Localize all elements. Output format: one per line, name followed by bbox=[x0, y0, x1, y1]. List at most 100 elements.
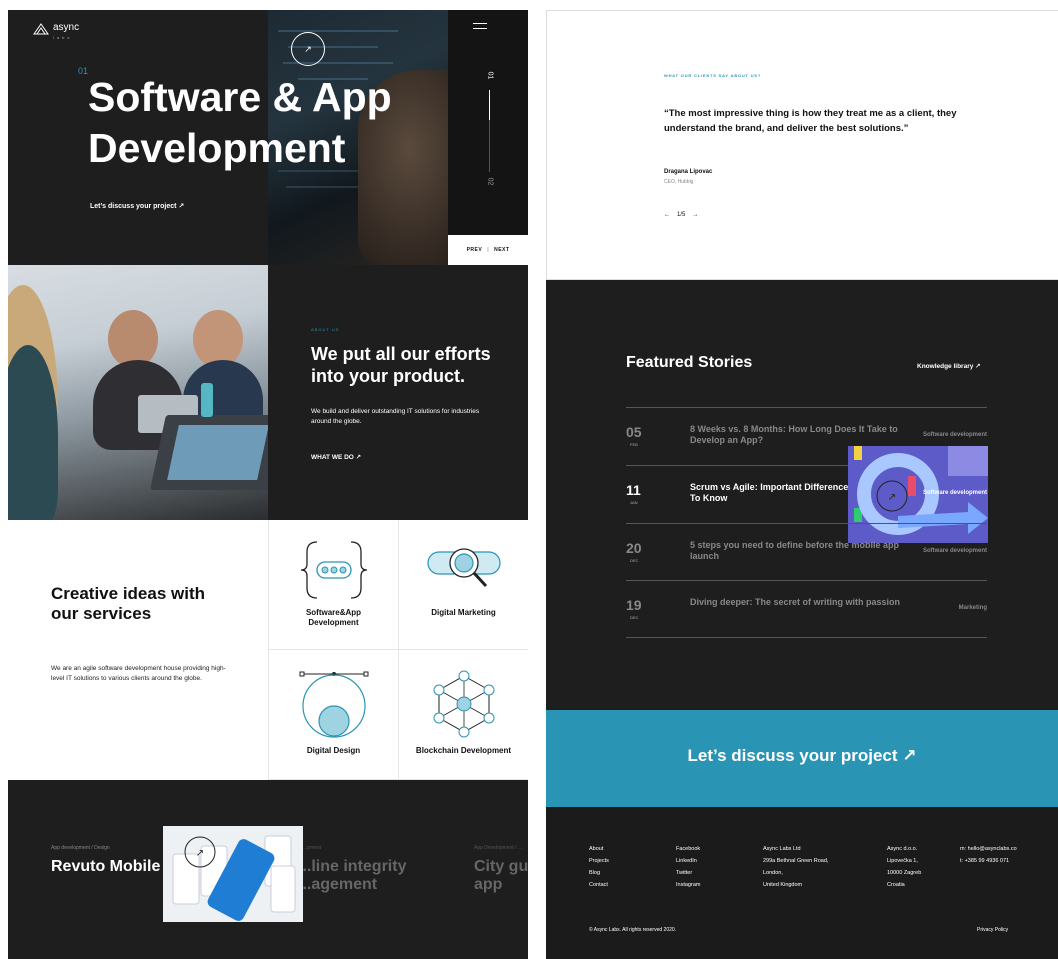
address-line: Async d.o.o. bbox=[887, 846, 918, 852]
footer-link-facebook[interactable]: Facebook bbox=[676, 843, 700, 855]
footer-link-twitter[interactable]: Twitter bbox=[676, 867, 700, 879]
logo[interactable]: async labs bbox=[33, 17, 79, 40]
hamburger-menu-icon[interactable] bbox=[473, 23, 487, 29]
services-description: We are an agile software development hou… bbox=[51, 665, 226, 682]
project-title[interactable]: City gu... app bbox=[474, 858, 528, 894]
address-line: London, bbox=[763, 870, 783, 876]
testimonial-name: Dragana Lipovac bbox=[664, 169, 713, 175]
address-line: United Kingdom bbox=[763, 882, 803, 888]
service-label: Digital Design bbox=[306, 746, 361, 755]
story-title: Diving deeper: The secret of writing wit… bbox=[690, 597, 901, 607]
about-description: We build and deliver outstanding IT solu… bbox=[311, 408, 480, 425]
about-team-photo bbox=[8, 265, 268, 520]
testimonial-counter: 1/5 bbox=[677, 212, 686, 218]
footer-phone[interactable]: t: +385 99 4936 071 bbox=[960, 855, 1017, 867]
logo-mountain-icon bbox=[33, 22, 49, 34]
story-category: Software development bbox=[922, 490, 987, 496]
testimonial-label: WHAT OUR CLIENTS SAY ABOUT US? bbox=[664, 73, 762, 78]
svg-text:↗: ↗ bbox=[196, 848, 204, 859]
footer-link-contact[interactable]: Contact bbox=[589, 879, 609, 891]
about-title: We put all our efforts into your product… bbox=[311, 344, 491, 386]
story-day: 11 bbox=[626, 482, 641, 498]
footer-link-linkedin[interactable]: LinkedIn bbox=[676, 855, 700, 867]
about-section: ABOUT US We put all our efforts into you… bbox=[268, 265, 528, 520]
prev-button[interactable]: PREV bbox=[467, 247, 483, 253]
code-braces-icon bbox=[300, 541, 367, 599]
hero-play-circle-icon[interactable]: ↗ bbox=[291, 32, 325, 66]
slide-progress-fill bbox=[489, 90, 490, 120]
service-card-design[interactable]: Digital Design bbox=[268, 650, 398, 780]
service-card-blockchain[interactable]: Blockchain Development bbox=[398, 650, 528, 780]
footer: About Projects Blog Contact Facebook Lin… bbox=[546, 807, 1058, 959]
about-label: ABOUT US bbox=[311, 327, 340, 332]
project-category: ...pment bbox=[303, 845, 322, 851]
knowledge-library-link[interactable]: Knowledge library ↗ bbox=[917, 362, 981, 370]
project-thumbnail[interactable]: ↗ bbox=[163, 826, 303, 922]
address-line: Lipovečka 1, bbox=[887, 858, 918, 864]
footer-address-uk: Async Labs Ltd 299a Bethnal Green Road, … bbox=[763, 843, 828, 891]
services-title: Creative ideas with our services bbox=[51, 584, 206, 623]
service-card-software[interactable]: Software&App Development bbox=[268, 520, 398, 650]
logo-sub: labs bbox=[53, 35, 73, 40]
story-row[interactable]: 20 DEC 5 steps you need to define before… bbox=[626, 523, 987, 581]
footer-email[interactable]: m: hello@asynclabs.co bbox=[960, 843, 1017, 855]
story-day: 20 bbox=[626, 540, 642, 556]
copyright: © Async Labs. All rights reserved 2020. bbox=[589, 927, 677, 933]
address-line: 10000 Zagreb bbox=[887, 870, 922, 876]
service-label: Digital Marketing bbox=[431, 608, 496, 617]
service-card-marketing[interactable]: Digital Marketing bbox=[398, 520, 528, 650]
search-magnifier-icon bbox=[426, 548, 501, 588]
vector-circle-icon bbox=[299, 671, 368, 738]
testimonial-role: CEO, Hubbig bbox=[664, 179, 694, 185]
logo-word: async bbox=[53, 22, 80, 33]
address-line: Croatia bbox=[887, 882, 905, 888]
svg-text:↗: ↗ bbox=[888, 492, 896, 503]
footer-contact: m: hello@asynclabs.co t: +385 99 4936 07… bbox=[960, 843, 1017, 867]
hero-cta-link[interactable]: Let’s discuss your project ↗ bbox=[90, 202, 184, 210]
cta-text[interactable]: Let’s discuss your project ↗ bbox=[546, 746, 1058, 766]
footer-link-projects[interactable]: Projects bbox=[589, 855, 609, 867]
project-title[interactable]: Revuto Mobile bbox=[51, 858, 181, 876]
footer-link-instagram[interactable]: Instagram bbox=[676, 879, 700, 891]
what-we-do-link[interactable]: WHAT WE DO ↗ bbox=[311, 453, 361, 461]
story-day: 19 bbox=[626, 597, 642, 613]
project-category: App Development / ... bbox=[474, 845, 523, 851]
story-category: Marketing bbox=[958, 605, 987, 611]
footer-link-blog[interactable]: Blog bbox=[589, 867, 609, 879]
blockchain-network-icon bbox=[433, 670, 494, 738]
story-day: 05 bbox=[626, 424, 642, 440]
project-title[interactable]: ...line integrity ...agement bbox=[298, 858, 428, 894]
phone-mockup-image: ↗ bbox=[172, 835, 296, 921]
footer-link-about[interactable]: About bbox=[589, 843, 609, 855]
story-month: DEC bbox=[630, 615, 639, 620]
services-section: Creative ideas with our services We are … bbox=[8, 520, 528, 780]
story-title: 8 Weeks vs. 8 Months: How Long Does It T… bbox=[690, 424, 898, 445]
story-row[interactable]: 11 JAN Scrum vs Agile: Important Differe… bbox=[626, 446, 988, 543]
arrow-icon: ↗ bbox=[304, 43, 312, 54]
separator: | bbox=[487, 247, 490, 253]
story-category: Software development bbox=[922, 432, 987, 438]
story-row[interactable]: 19 DEC Diving deeper: The secret of writ… bbox=[626, 580, 987, 638]
address-line: 299a Bethnal Green Road, bbox=[763, 858, 829, 864]
address-line: Async Labs Ltd bbox=[763, 846, 801, 852]
story-month: DEC bbox=[630, 558, 639, 563]
right-page: WHAT OUR CLIENTS SAY ABOUT US? “The most… bbox=[546, 10, 1058, 959]
arrow-left-icon[interactable]: ← bbox=[664, 212, 670, 218]
testimonial-section: WHAT OUR CLIENTS SAY ABOUT US? “The most… bbox=[546, 10, 1058, 280]
next-button[interactable]: NEXT bbox=[494, 247, 509, 253]
hero-title: Software & App Development bbox=[88, 74, 392, 171]
slide-indicator-next: 02 bbox=[486, 177, 494, 186]
footer-nav-column: About Projects Blog Contact bbox=[589, 843, 609, 891]
stories-title: Featured Stories bbox=[626, 354, 753, 371]
service-label: Software&App Development bbox=[305, 608, 362, 627]
testimonial-pagination: ← 1/5 → bbox=[664, 212, 698, 218]
featured-stories-section: Featured Stories Knowledge library ↗ 05 … bbox=[546, 280, 1058, 710]
arrow-right-icon[interactable]: → bbox=[692, 212, 698, 218]
story-title: 5 steps you need to define before the mo… bbox=[690, 540, 900, 561]
cta-banner[interactable]: Let’s discuss your project ↗ bbox=[546, 710, 1058, 807]
slide-number: 01 bbox=[78, 66, 89, 76]
story-month: JAN bbox=[630, 500, 638, 505]
slide-indicator-current: 01 bbox=[486, 71, 494, 80]
story-category: Software development bbox=[922, 548, 987, 554]
privacy-policy-link[interactable]: Privacy Policy bbox=[977, 927, 1008, 933]
